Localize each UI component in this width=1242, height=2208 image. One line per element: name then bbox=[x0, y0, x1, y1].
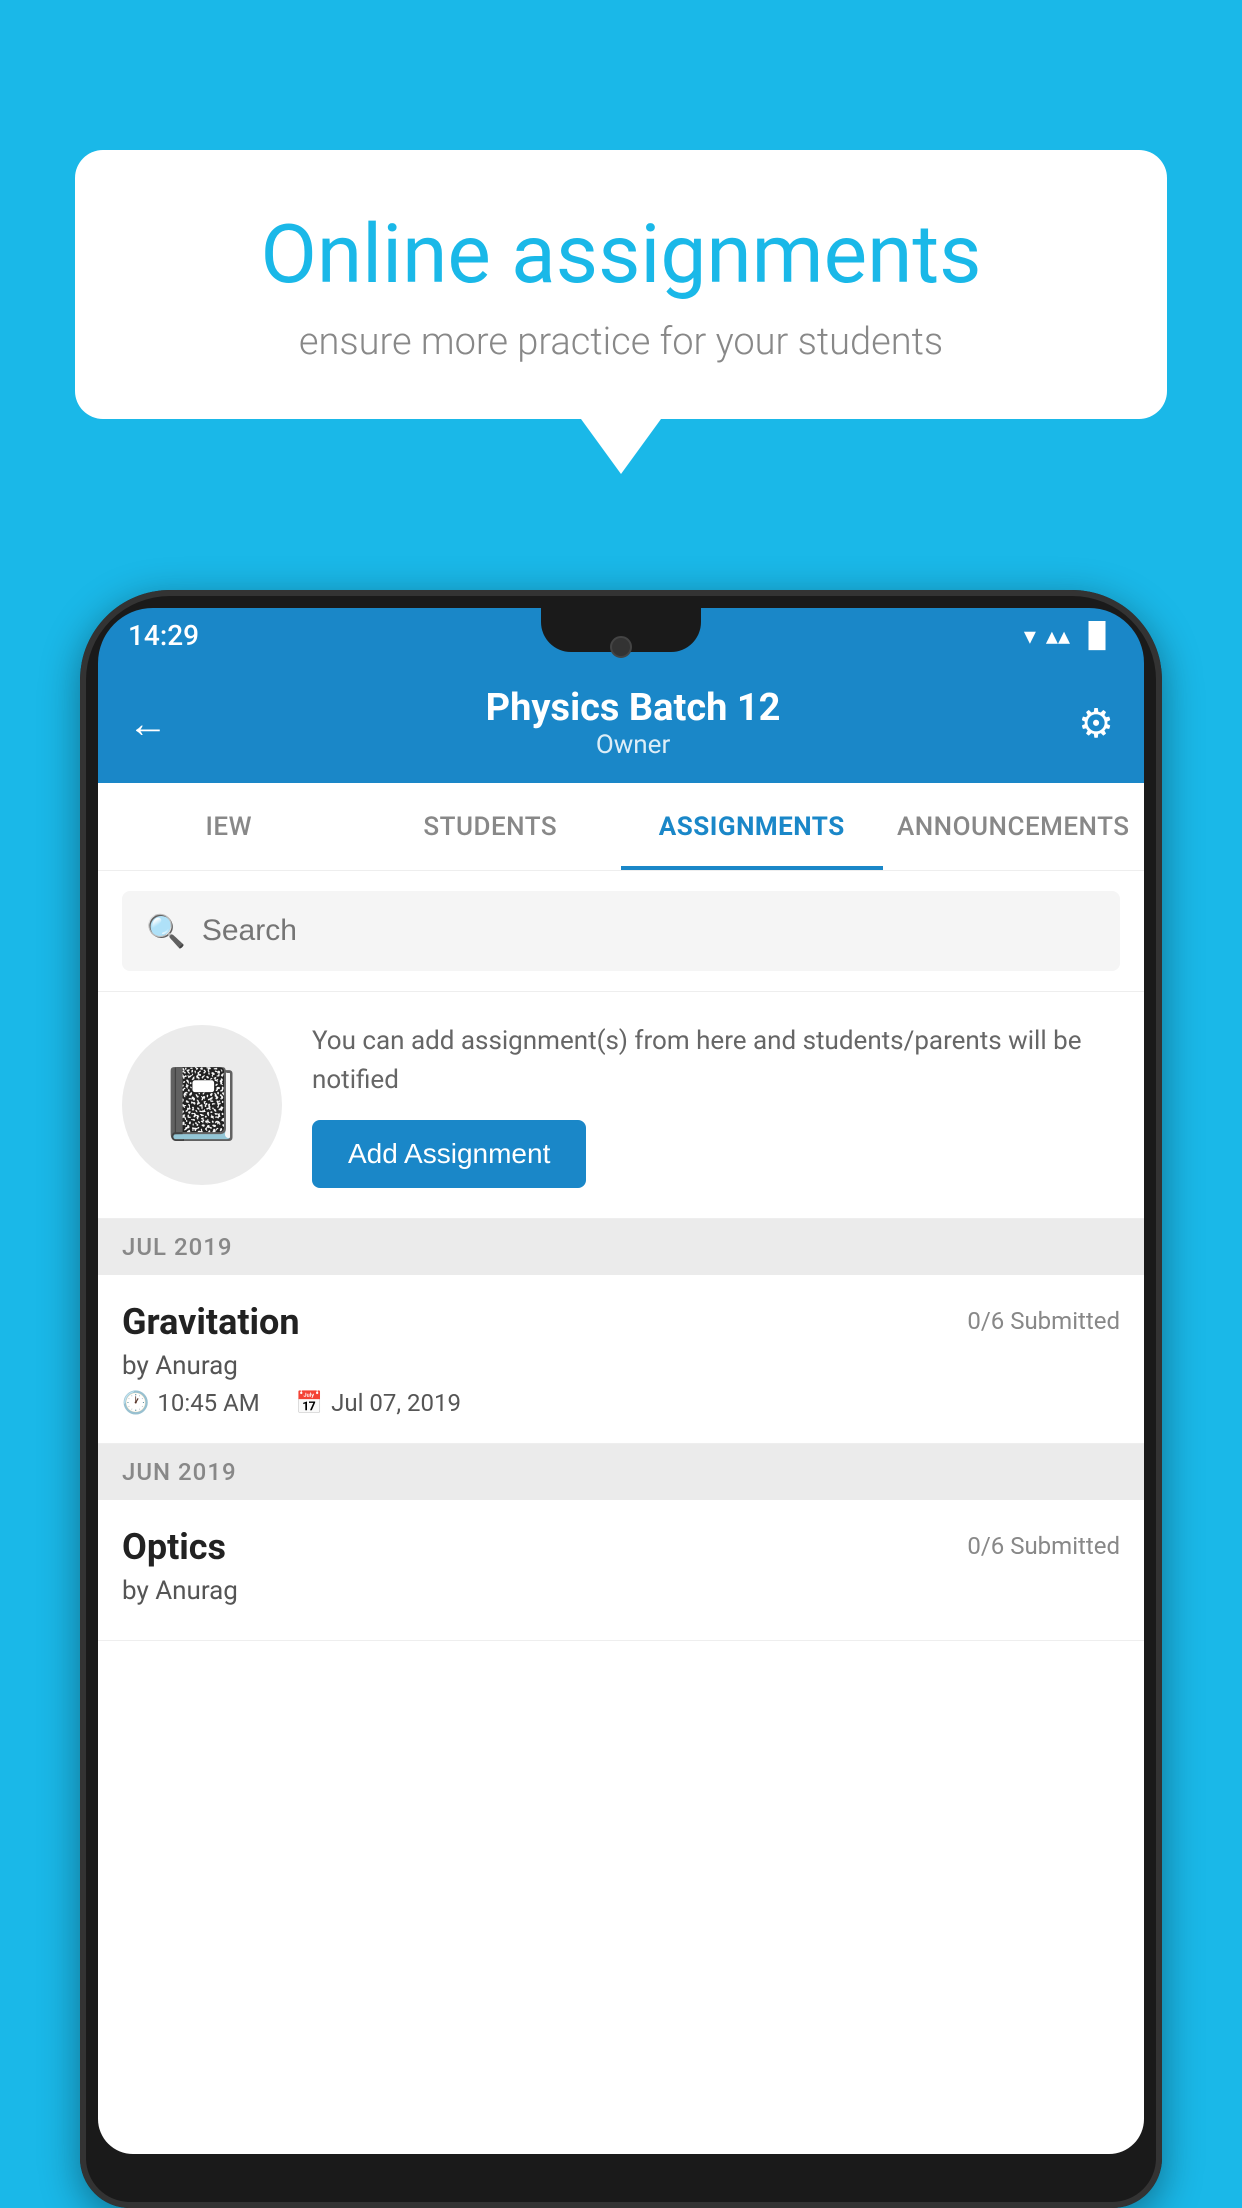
signal-icon: ▴▴ bbox=[1046, 622, 1070, 650]
search-bar: 🔍 bbox=[122, 891, 1120, 971]
assignment-submitted: 0/6 Submitted bbox=[967, 1532, 1120, 1560]
list-item[interactable]: Gravitation 0/6 Submitted by Anurag 🕐 10… bbox=[98, 1275, 1144, 1444]
month-separator-jul: JUL 2019 bbox=[98, 1219, 1144, 1275]
back-button[interactable]: ← bbox=[128, 700, 188, 747]
tabs: IEW STUDENTS ASSIGNMENTS ANNOUNCEMENTS bbox=[98, 783, 1144, 871]
battery-icon: ▐▌ bbox=[1080, 621, 1114, 650]
status-icons: ▾ ▴▴ ▐▌ bbox=[1024, 621, 1114, 650]
assignment-top: Optics 0/6 Submitted bbox=[122, 1526, 1120, 1568]
app-bar-title: Physics Batch 12 bbox=[486, 686, 781, 730]
speech-bubble-title: Online assignments bbox=[145, 210, 1097, 300]
wifi-icon: ▾ bbox=[1024, 622, 1036, 650]
tab-students[interactable]: STUDENTS bbox=[360, 783, 622, 870]
status-time: 14:29 bbox=[128, 619, 199, 652]
promo-right: You can add assignment(s) from here and … bbox=[312, 1022, 1120, 1188]
tab-assignments[interactable]: ASSIGNMENTS bbox=[621, 783, 883, 870]
list-item[interactable]: Optics 0/6 Submitted by Anurag bbox=[98, 1500, 1144, 1641]
phone-notch bbox=[541, 608, 701, 652]
add-assignment-button[interactable]: Add Assignment bbox=[312, 1120, 586, 1188]
assignment-author: by Anurag bbox=[122, 1576, 1120, 1606]
speech-bubble: Online assignments ensure more practice … bbox=[75, 150, 1167, 419]
assignment-time: 10:45 AM bbox=[157, 1389, 259, 1417]
assignment-top: Gravitation 0/6 Submitted bbox=[122, 1301, 1120, 1343]
screen: ← Physics Batch 12 Owner ⚙ IEW STUDENTS … bbox=[98, 663, 1144, 2154]
app-bar: ← Physics Batch 12 Owner ⚙ bbox=[98, 663, 1144, 783]
notebook-icon: 📓 bbox=[158, 1064, 245, 1146]
month-separator-jun: JUN 2019 bbox=[98, 1444, 1144, 1500]
search-input[interactable] bbox=[202, 914, 1096, 948]
app-bar-title-group: Physics Batch 12 Owner bbox=[486, 686, 781, 760]
tab-iew[interactable]: IEW bbox=[98, 783, 360, 870]
add-promo-section: 📓 You can add assignment(s) from here an… bbox=[98, 992, 1144, 1219]
speech-bubble-subtitle: ensure more practice for your students bbox=[145, 320, 1097, 364]
assignment-date: Jul 07, 2019 bbox=[331, 1389, 461, 1417]
settings-button[interactable]: ⚙ bbox=[1078, 700, 1114, 747]
clock-icon: 🕐 bbox=[122, 1391, 149, 1416]
assignment-name: Gravitation bbox=[122, 1301, 300, 1343]
calendar-icon: 📅 bbox=[296, 1391, 323, 1416]
assignment-meta: 🕐 10:45 AM 📅 Jul 07, 2019 bbox=[122, 1389, 1120, 1417]
assignment-author: by Anurag bbox=[122, 1351, 1120, 1381]
promo-icon-circle: 📓 bbox=[122, 1025, 282, 1185]
app-bar-subtitle: Owner bbox=[486, 730, 781, 760]
assignment-name: Optics bbox=[122, 1526, 226, 1568]
search-container: 🔍 bbox=[98, 871, 1144, 992]
search-icon: 🔍 bbox=[146, 912, 186, 950]
phone-camera bbox=[610, 636, 632, 658]
promo-text: You can add assignment(s) from here and … bbox=[312, 1022, 1120, 1100]
tab-announcements[interactable]: ANNOUNCEMENTS bbox=[883, 783, 1145, 870]
assignment-submitted: 0/6 Submitted bbox=[967, 1307, 1120, 1335]
speech-bubble-container: Online assignments ensure more practice … bbox=[75, 150, 1167, 474]
phone-frame: 14:29 ▾ ▴▴ ▐▌ ← Physics Batch 12 Owner ⚙… bbox=[80, 590, 1162, 2208]
speech-bubble-arrow bbox=[581, 419, 661, 474]
